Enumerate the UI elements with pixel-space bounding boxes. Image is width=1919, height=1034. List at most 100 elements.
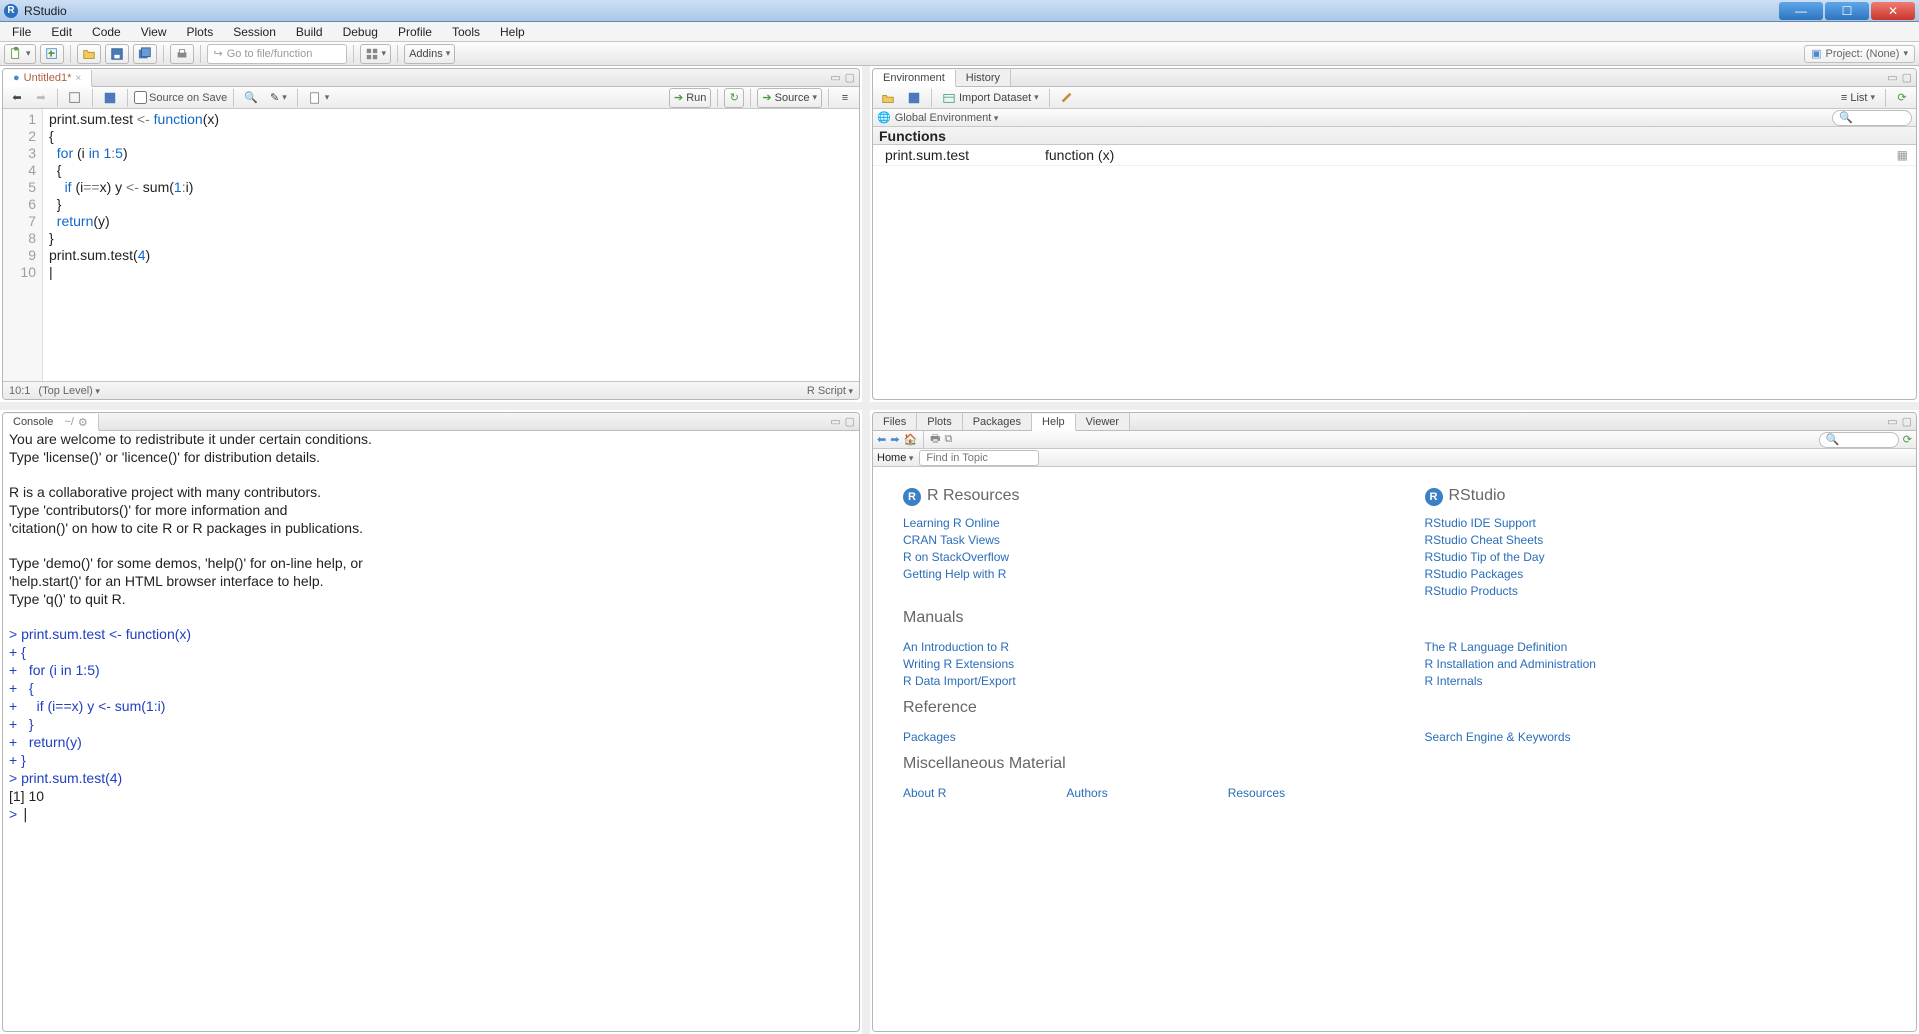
help-forward-button[interactable]: ➡: [890, 433, 899, 446]
minimize-pane-icon[interactable]: ▭: [1887, 415, 1897, 428]
project-selector[interactable]: ▣Project: (None): [1804, 45, 1915, 63]
help-content[interactable]: RR Resources Learning R Online CRAN Task…: [873, 467, 1916, 1031]
tab-viewer[interactable]: Viewer: [1076, 413, 1130, 430]
maximize-pane-icon[interactable]: ▢: [845, 415, 855, 428]
back-button[interactable]: ⬅: [7, 88, 27, 108]
link-cran-task-views[interactable]: CRAN Task Views: [903, 533, 1365, 547]
save-all-button[interactable]: [133, 44, 157, 64]
link-getting-help[interactable]: Getting Help with R: [903, 567, 1365, 581]
new-project-button[interactable]: [40, 44, 64, 64]
show-in-new-window-button[interactable]: [64, 88, 86, 108]
help-popout-button[interactable]: ⧉: [945, 433, 953, 446]
load-workspace-button[interactable]: [877, 88, 899, 108]
horizontal-splitter[interactable]: [0, 402, 1919, 410]
tab-plots[interactable]: Plots: [917, 413, 962, 430]
maximize-pane-icon[interactable]: ▢: [845, 71, 855, 84]
console-options-icon[interactable]: ⚙: [78, 416, 88, 429]
rerun-button[interactable]: ↻: [724, 88, 744, 108]
maximize-pane-icon[interactable]: ▢: [1902, 415, 1912, 428]
menu-profile[interactable]: Profile: [388, 23, 442, 41]
addins-button[interactable]: Addins: [404, 44, 455, 64]
maximize-pane-icon[interactable]: ▢: [1902, 71, 1912, 84]
link-rstudio-packages[interactable]: RStudio Packages: [1425, 567, 1887, 581]
close-tab-icon[interactable]: ×: [75, 73, 81, 84]
tab-environment[interactable]: Environment: [873, 70, 956, 87]
scope-selector[interactable]: (Top Level): [38, 385, 99, 397]
tab-files[interactable]: Files: [873, 413, 917, 430]
env-search-input[interactable]: [1832, 110, 1912, 126]
menu-debug[interactable]: Debug: [333, 23, 388, 41]
console-output[interactable]: You are welcome to redistribute it under…: [3, 431, 859, 1031]
find-button[interactable]: 🔍: [240, 88, 262, 108]
print-button[interactable]: [170, 44, 194, 64]
view-mode-selector[interactable]: ≡ List: [1837, 88, 1879, 108]
link-rstudio-products[interactable]: RStudio Products: [1425, 584, 1887, 598]
link-rstudio-tip[interactable]: RStudio Tip of the Day: [1425, 550, 1887, 564]
help-home-crumb[interactable]: Home: [877, 452, 913, 464]
language-selector[interactable]: R Script: [807, 385, 853, 397]
env-scope-selector[interactable]: Global Environment: [895, 112, 999, 124]
find-in-topic-input[interactable]: [919, 450, 1039, 466]
window-maximize-button[interactable]: ☐: [1825, 2, 1869, 20]
minimize-pane-icon[interactable]: ▭: [1887, 71, 1897, 84]
console-prompt[interactable]: >: [9, 806, 21, 822]
link-misc-resources[interactable]: Resources: [1228, 786, 1285, 800]
menu-help[interactable]: Help: [490, 23, 535, 41]
link-rstudio-support[interactable]: RStudio IDE Support: [1425, 516, 1887, 530]
link-search-engine[interactable]: Search Engine & Keywords: [1425, 730, 1887, 744]
menu-file[interactable]: File: [2, 23, 41, 41]
help-print-button[interactable]: 🖶: [930, 430, 940, 449]
save-source-button[interactable]: [99, 88, 121, 108]
compile-report-button[interactable]: [304, 88, 334, 108]
vertical-splitter[interactable]: [862, 66, 870, 402]
refresh-help-button[interactable]: ⟳: [1903, 433, 1912, 446]
open-file-button[interactable]: [77, 44, 101, 64]
menu-edit[interactable]: Edit: [41, 23, 82, 41]
run-button[interactable]: ➔Run: [669, 88, 711, 108]
link-r-internals[interactable]: R Internals: [1425, 674, 1887, 688]
link-intro-to-r[interactable]: An Introduction to R: [903, 640, 1365, 654]
tab-help[interactable]: Help: [1032, 414, 1076, 431]
import-dataset-button[interactable]: Import Dataset: [938, 88, 1043, 108]
tab-packages[interactable]: Packages: [963, 413, 1032, 430]
outline-button[interactable]: ≡: [835, 88, 855, 108]
window-close-button[interactable]: ✕: [1871, 2, 1915, 20]
tab-history[interactable]: History: [956, 69, 1011, 86]
help-search-input[interactable]: [1819, 432, 1899, 448]
grid-view-button[interactable]: [360, 44, 392, 64]
menu-view[interactable]: View: [131, 23, 177, 41]
env-row[interactable]: print.sum.test function (x): [873, 145, 1126, 165]
minimize-pane-icon[interactable]: ▭: [830, 415, 840, 428]
tab-console[interactable]: Console ~/ ⚙: [3, 414, 99, 431]
refresh-env-button[interactable]: ⟳: [1892, 88, 1912, 108]
save-workspace-button[interactable]: [903, 88, 925, 108]
wand-button[interactable]: ✎: [266, 88, 291, 108]
clear-workspace-button[interactable]: [1056, 88, 1078, 108]
help-home-button[interactable]: 🏠: [903, 433, 917, 446]
link-install-admin[interactable]: R Installation and Administration: [1425, 657, 1887, 671]
menu-session[interactable]: Session: [223, 23, 286, 41]
source-code[interactable]: print.sum.test <- function(x) { for (i i…: [43, 109, 225, 381]
source-on-save-checkbox[interactable]: Source on Save: [134, 91, 227, 104]
link-about-r[interactable]: About R: [903, 786, 946, 800]
menu-tools[interactable]: Tools: [442, 23, 490, 41]
view-function-icon[interactable]: ▦: [1897, 148, 1916, 162]
help-back-button[interactable]: ⬅: [877, 433, 886, 446]
link-data-import-export[interactable]: R Data Import/Export: [903, 674, 1365, 688]
minimize-pane-icon[interactable]: ▭: [830, 71, 840, 84]
menu-code[interactable]: Code: [82, 23, 131, 41]
link-authors[interactable]: Authors: [1066, 786, 1107, 800]
link-learning-r[interactable]: Learning R Online: [903, 516, 1365, 530]
menu-build[interactable]: Build: [286, 23, 333, 41]
source-tab-untitled1[interactable]: ● Untitled1* ×: [3, 70, 92, 87]
link-packages[interactable]: Packages: [903, 730, 1365, 744]
link-rstudio-cheatsheets[interactable]: RStudio Cheat Sheets: [1425, 533, 1887, 547]
vertical-splitter[interactable]: [862, 410, 870, 1034]
source-button[interactable]: ➔Source: [757, 88, 822, 108]
link-writing-extensions[interactable]: Writing R Extensions: [903, 657, 1365, 671]
forward-button[interactable]: ➡: [31, 88, 51, 108]
menu-plots[interactable]: Plots: [177, 23, 224, 41]
link-r-stackoverflow[interactable]: R on StackOverflow: [903, 550, 1365, 564]
source-editor[interactable]: 12345678910 print.sum.test <- function(x…: [3, 109, 859, 381]
link-lang-definition[interactable]: The R Language Definition: [1425, 640, 1887, 654]
